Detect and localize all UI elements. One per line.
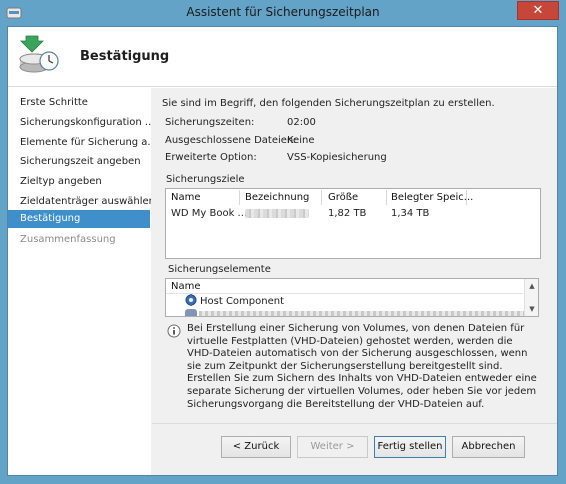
col-header-bezeichnung[interactable]: Bezeichnung: [245, 192, 309, 205]
button-separator: [152, 423, 557, 424]
target-name: WD My Book ...: [171, 208, 248, 219]
cancel-button[interactable]: Abbrechen: [452, 436, 525, 458]
col-divider: [386, 190, 387, 205]
intro-text: Sie sind im Begriff, den folgenden Siche…: [162, 98, 495, 109]
elements-scrollbar[interactable]: ▲ ▼: [524, 279, 538, 316]
nav-item-zusammenfassung: Zusammenfassung: [20, 234, 116, 245]
scroll-up-icon[interactable]: ▲: [525, 280, 539, 292]
col-header-belegt[interactable]: Belegter Speic...: [391, 192, 473, 205]
back-button[interactable]: < Zurück: [221, 436, 291, 458]
vhd-info-text: Bei Erstellung einer Sicherung von Volum…: [187, 323, 537, 410]
nav-item-sicherungszeit[interactable]: Sicherungszeit angeben: [20, 156, 141, 167]
nav-item-erste-schritte[interactable]: Erste Schritte: [20, 97, 88, 108]
redacted-label: [245, 209, 309, 218]
elements-group-label: Sicherungselemente: [168, 264, 271, 275]
close-button[interactable]: ✕: [517, 1, 559, 20]
summary-value-option: VSS-Kopiesicherung: [287, 152, 387, 163]
col-divider: [321, 190, 322, 205]
clipped-row-icon: [185, 309, 197, 316]
nav-item-zieldatentraeger[interactable]: Zieldatenträger auswählen: [20, 196, 155, 207]
info-icon: [167, 324, 181, 338]
summary-label-zeiten: Sicherungszeiten:: [165, 117, 255, 128]
scroll-down-icon[interactable]: ▼: [525, 303, 539, 315]
finish-button[interactable]: Fertig stellen: [374, 436, 446, 458]
targets-group-label: Sicherungsziele: [166, 174, 245, 185]
clipped-row: [199, 311, 525, 316]
next-button: Weiter >: [297, 436, 368, 458]
col-divider: [466, 190, 467, 205]
summary-value-ausgeschlossen: Keine: [287, 135, 315, 146]
col-divider: [239, 190, 240, 205]
nav-item-bestaetigung-label: Bestätigung: [20, 213, 81, 224]
summary-label-option: Erweiterte Option:: [165, 152, 257, 163]
target-size: 1,82 TB: [328, 208, 367, 219]
summary-label-ausgeschlossen: Ausgeschlossene Dateien:: [165, 135, 297, 146]
gear-component-icon: [185, 294, 197, 306]
summary-value-zeiten: 02:00: [287, 117, 316, 128]
element-name[interactable]: Host Component: [200, 296, 284, 307]
window-title: Assistent für Sicherungszeitplan: [186, 5, 380, 19]
page-title: Bestätigung: [80, 49, 170, 64]
header-separator: [166, 293, 523, 294]
nav-item-elemente[interactable]: Elemente für Sicherung a...: [20, 137, 157, 148]
col-header-groesse[interactable]: Größe: [328, 192, 358, 205]
target-used: 1,34 TB: [391, 208, 430, 219]
backup-schedule-icon: [18, 32, 60, 74]
nav-item-sicherungskonfiguration[interactable]: Sicherungskonfiguration ...: [20, 117, 154, 128]
nav-item-zieltyp[interactable]: Zieltyp angeben: [20, 176, 102, 187]
col-header-name[interactable]: Name: [171, 192, 201, 205]
